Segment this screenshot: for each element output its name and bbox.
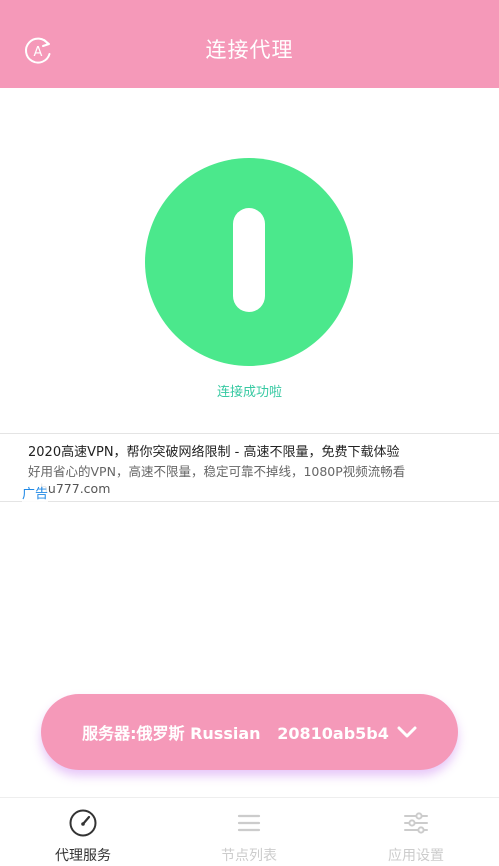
tab-label: 节点列表 — [221, 848, 277, 864]
ad-tag: 广告 — [22, 483, 49, 502]
sliders-icon — [404, 812, 428, 834]
list-icon — [237, 814, 261, 832]
chevron-down-icon — [397, 726, 417, 738]
ad-description: 好用省心的VPN，高速不限量，稳定可靠不掉线，1080P视频流畅看 — [28, 464, 406, 479]
speedometer-icon — [69, 809, 97, 837]
tab-app-settings[interactable]: 应用设置 — [333, 798, 499, 866]
app-bar: A 连接代理 — [0, 8, 499, 88]
server-select-button[interactable]: 服务器:俄罗斯 Russian 20810ab5b4 — [41, 694, 458, 770]
ad-url[interactable]: hu777.com — [40, 481, 110, 496]
tab-label: 代理服务 — [55, 848, 111, 864]
connection-status-text: 连接成功啦 — [216, 385, 282, 400]
tab-proxy-service[interactable]: 代理服务 — [0, 798, 166, 866]
power-icon — [233, 208, 265, 312]
ad-title[interactable]: 2020高速VPN，帮你突破网络限制 - 高速不限量，免费下载体验 — [28, 441, 400, 460]
status-bar — [0, 0, 499, 8]
server-label: 服务器:俄罗斯 Russian 20810ab5b4 — [82, 724, 389, 743]
app-screen: A 连接代理 连接成功啦 2020高速VPN，帮你突破网络限制 - 高速不限量，… — [0, 0, 499, 866]
bottom-tab-bar: 代理服务 节点列表 应用设置 — [0, 797, 499, 866]
power-toggle-button[interactable] — [145, 158, 353, 366]
tab-label: 应用设置 — [388, 848, 444, 864]
ad-banner[interactable]: 2020高速VPN，帮你突破网络限制 - 高速不限量，免费下载体验 好用省心的V… — [0, 433, 499, 502]
page-title: 连接代理 — [205, 38, 294, 62]
tab-node-list[interactable]: 节点列表 — [166, 798, 332, 866]
